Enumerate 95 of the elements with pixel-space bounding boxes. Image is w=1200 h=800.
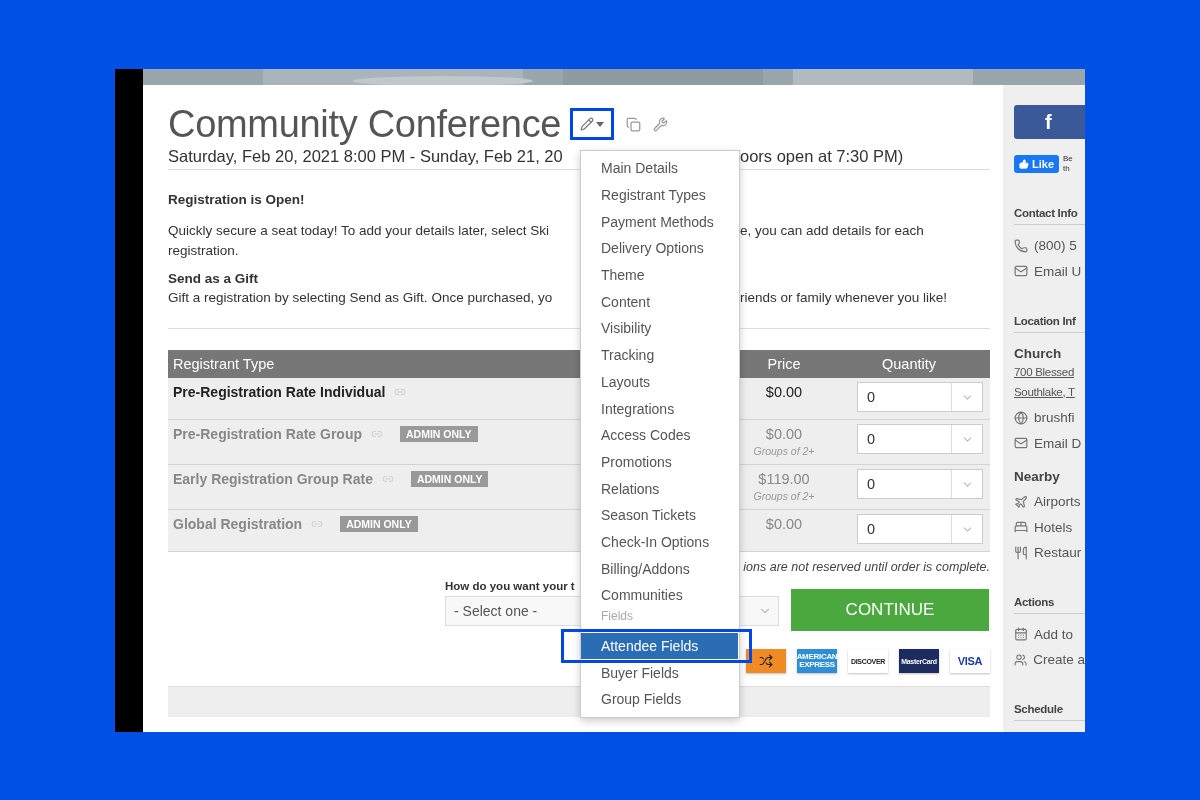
menu-item[interactable]: Communities (581, 582, 739, 609)
menu-item[interactable]: Attendee Fields (581, 632, 738, 660)
mail-icon (1014, 436, 1028, 451)
menu-item[interactable]: Tracking (581, 341, 739, 369)
sidebar-link[interactable]: Airports (1034, 494, 1081, 510)
link-icon[interactable] (394, 386, 407, 398)
section-title: Contact Info (1014, 207, 1085, 225)
link-icon[interactable] (311, 518, 324, 530)
column-header: Registrant Type (172, 356, 276, 372)
column-header: Quantity (881, 356, 937, 372)
amex-card: AMERICAN EXPRESS (797, 649, 837, 673)
status-heading: Registration is Open! (168, 192, 305, 207)
menu-item[interactable]: Promotions (581, 448, 739, 476)
wrench-icon[interactable] (653, 116, 669, 132)
registrant-name: Global Registration (173, 516, 303, 532)
menu-item[interactable]: Season Tickets (581, 501, 739, 529)
intro-text: Quickly secure a seat today! To add your details later, select Ski (168, 222, 549, 240)
edit-menu-button[interactable] (570, 108, 615, 140)
like-note: Be th (1063, 154, 1073, 174)
sidebar-link[interactable]: Email U (1034, 263, 1082, 279)
menu-item[interactable]: Group Fields (581, 686, 739, 713)
sidebar-link[interactable]: Email D (1034, 435, 1082, 451)
address-link[interactable]: Southlake, T (1014, 385, 1085, 405)
admin-badge: ADMIN ONLY (410, 471, 489, 487)
column-header: Price (766, 356, 802, 372)
sidebar-heading: Nearby (1014, 468, 1061, 486)
menu-section-label: Fields (600, 608, 634, 625)
facebook-button[interactable]: f (1014, 105, 1085, 139)
menu-item[interactable]: Registrant Types (581, 181, 739, 209)
delivery-label: How do you want your t (445, 580, 576, 592)
sidebar-link[interactable]: (800) 5 (1034, 238, 1077, 254)
link-icon[interactable] (371, 428, 384, 440)
menu-item[interactable]: Visibility (581, 315, 739, 342)
menu-item[interactable]: Theme (581, 261, 739, 289)
link-icon[interactable] (381, 473, 394, 485)
event-date: Saturday, Feb 20, 2021 8:00 PM - Sunday, Feb 21, 20 (168, 147, 564, 166)
calendar-icon (1014, 627, 1028, 642)
sidebar-heading: Church (1014, 345, 1063, 363)
bed-icon (1014, 520, 1028, 535)
address-link[interactable]: 700 Blessed (1014, 366, 1085, 386)
menu-item[interactable]: Buyer Fields (581, 659, 739, 687)
sidebar-link[interactable]: Add to (1034, 626, 1074, 642)
section-title: Location Inf (1014, 315, 1085, 333)
mail-icon (1014, 264, 1028, 279)
gift-text: riends or family whenever you like! (740, 289, 948, 307)
menu-item[interactable]: Access Codes (581, 421, 739, 449)
people-icon (1014, 652, 1028, 667)
price-note: Groups of 2+ (753, 445, 815, 457)
plane-icon (1014, 494, 1028, 509)
phone-icon (1014, 238, 1028, 253)
thumbs-up-icon (1019, 159, 1029, 169)
menu-item[interactable]: Layouts (581, 368, 739, 396)
quantity-select[interactable]: 0 (857, 424, 983, 454)
gift-text: Gift a registration by selecting Send as Gift. Once purchased, yo (168, 289, 553, 307)
visa-card: VISA (950, 649, 990, 673)
menu-item[interactable]: Billing/Addons (581, 555, 739, 582)
quantity-select[interactable]: 0 (857, 469, 983, 499)
menu-item[interactable]: Relations (581, 475, 739, 502)
price-note: Groups of 2+ (753, 490, 815, 502)
sidebar-link[interactable]: Restaur (1034, 545, 1082, 561)
intro-text: e, you can add details for each (740, 222, 924, 240)
registrant-name: Pre-Registration Rate Individual (173, 384, 386, 400)
menu-item[interactable]: Integrations (581, 395, 739, 422)
price: $119.00 (758, 471, 810, 487)
caret-icon (596, 121, 605, 127)
reservation-note: ions are not reserved until order is complete. (742, 560, 990, 574)
gift-heading: Send as a Gift (168, 271, 259, 286)
menu-item[interactable]: Main Details (581, 155, 739, 182)
like-button[interactable]: Like (1014, 155, 1059, 173)
menu-item[interactable]: Delivery Options (581, 235, 739, 262)
menu-item[interactable]: Payment Methods (581, 208, 739, 236)
quantity-select[interactable]: 0 (857, 382, 983, 412)
price: $0.00 (765, 426, 803, 442)
admin-badge: ADMIN ONLY (400, 426, 478, 442)
copy-icon[interactable] (626, 116, 642, 132)
registrant-name: Early Registration Group Rate (173, 471, 373, 487)
menu-item[interactable]: Check-In Options (581, 528, 739, 556)
quantity-select[interactable]: 0 (857, 514, 983, 544)
admin-badge: ADMIN ONLY (340, 516, 418, 532)
price: $0.00 (765, 384, 803, 400)
sidebar-link[interactable]: brushfi (1034, 410, 1075, 426)
event-title: Community Conference (168, 102, 562, 146)
sidebar-link[interactable]: Hotels (1034, 519, 1073, 535)
globe-icon (1014, 410, 1028, 425)
price: $0.00 (765, 516, 803, 532)
intro-text: registration. (168, 242, 239, 260)
menu-item[interactable]: Content (581, 288, 739, 316)
shuffle-card-icon (746, 649, 786, 673)
pencil-icon (580, 117, 595, 131)
food-icon (1014, 545, 1028, 560)
event-date: oors open at 7:30 PM) (740, 147, 905, 166)
section-title: Actions (1014, 595, 1085, 614)
registrant-name: Pre-Registration Rate Group (173, 426, 363, 442)
section-title: Schedule (1014, 702, 1085, 721)
sidebar-link[interactable]: Create a (1033, 652, 1085, 668)
